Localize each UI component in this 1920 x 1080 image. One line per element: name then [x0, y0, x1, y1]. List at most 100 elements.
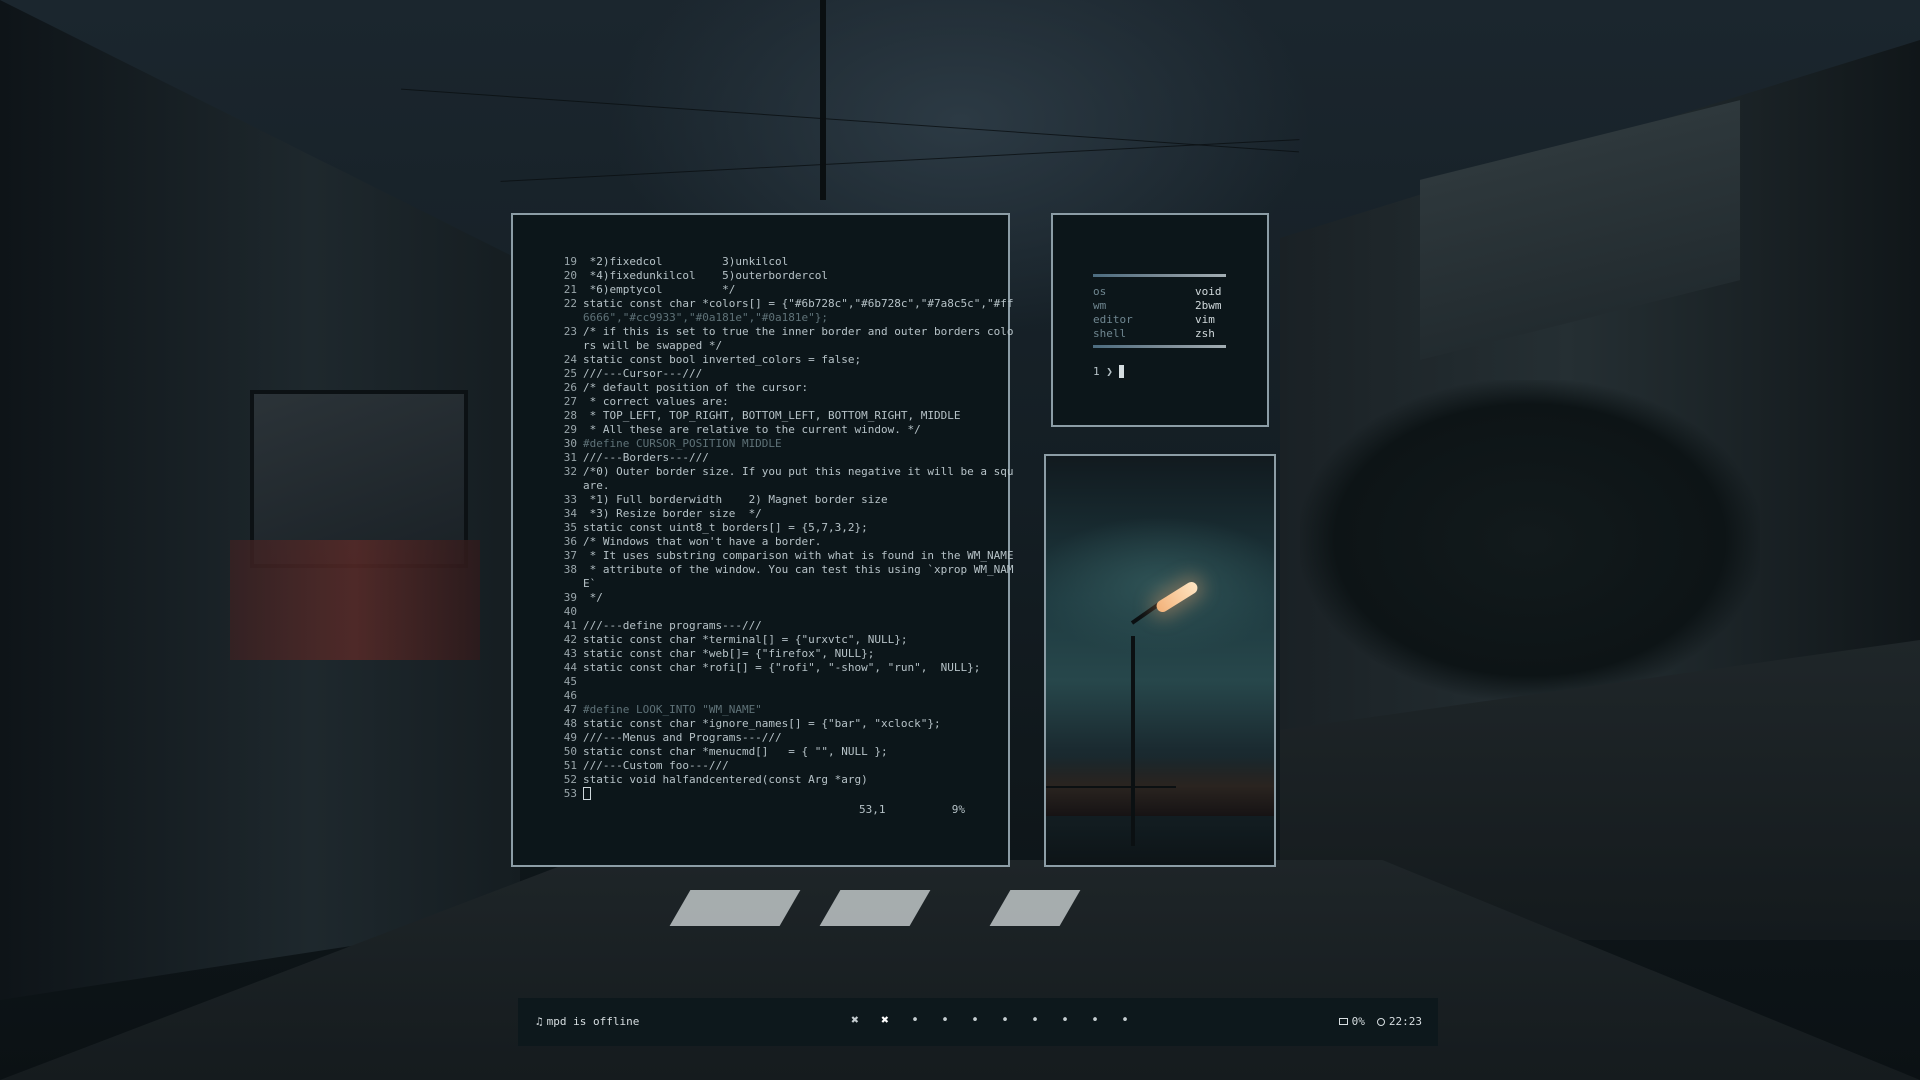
line-text: /* Windows that won't have a border.	[583, 535, 822, 548]
code-line[interactable]: 34 *3) Resize border size */	[555, 507, 965, 521]
fetch-bottom-bar	[1093, 345, 1226, 348]
code-line[interactable]: 25 ///---Cursor---///	[555, 367, 965, 381]
line-text: static const char *web[]= {"firefox", NU…	[583, 647, 875, 660]
code-line[interactable]: 46	[555, 689, 965, 703]
code-line[interactable]: rs will be swapped */	[555, 339, 965, 353]
workspace-5[interactable]: •	[960, 1010, 990, 1032]
line-text: * It uses substring comparison with what…	[583, 549, 1014, 562]
code-line[interactable]: 33 *1) Full borderwidth 2) Magnet border…	[555, 493, 965, 507]
code-line[interactable]: 51 ///---Custom foo---///	[555, 759, 965, 773]
code-line[interactable]: 42 static const char *terminal[] = {"urxv…	[555, 633, 965, 647]
code-buffer[interactable]: 19 *2)fixedcol 3)unkilcol 20 *4)fixedunki…	[555, 255, 1014, 801]
scroll-percent: 9%	[951, 803, 965, 816]
fetch-row: wm 2bwm	[1093, 299, 1233, 313]
line-number: 30	[563, 437, 577, 450]
code-line[interactable]: 50 static const char *menucmd[] = { "", N…	[555, 745, 965, 759]
line-text: *1) Full borderwidth 2) Magnet border si…	[583, 493, 888, 506]
workspace-list: ✖ ✖ • • • • • • • •	[840, 1010, 1140, 1032]
code-line[interactable]: 21 *6)emptycol */	[555, 283, 965, 297]
editor-window[interactable]: 19 *2)fixedcol 3)unkilcol 20 *4)fixedunki…	[511, 213, 1014, 867]
line-number: 27	[563, 395, 577, 408]
fetch-row: shell zsh	[1093, 327, 1233, 341]
code-line[interactable]: 35 static const uint8_t borders[] = {5,7,…	[555, 521, 965, 535]
line-number: 43	[563, 647, 577, 660]
code-line[interactable]: 23 /* if this is set to true the inner bo…	[555, 325, 1014, 339]
workspace-1[interactable]: ✖	[840, 1010, 870, 1032]
line-number	[555, 577, 577, 591]
music-status[interactable]: ♫ mpd is offline	[536, 1015, 639, 1028]
code-line[interactable]: 27 * correct values are:	[555, 395, 965, 409]
line-text: * TOP_LEFT, TOP_RIGHT, BOTTOM_LEFT, BOTT…	[583, 409, 961, 422]
line-number: 24	[563, 353, 577, 366]
code-line[interactable]: are.	[555, 479, 965, 493]
terminal-cursor	[1118, 365, 1124, 378]
line-text: static const bool inverted_colors = fals…	[583, 353, 862, 366]
code-line[interactable]: 19 *2)fixedcol 3)unkilcol	[555, 255, 965, 269]
code-line[interactable]: 22 static const char *colors[] = {"#6b728…	[555, 297, 1014, 311]
code-line[interactable]: 39 */	[555, 591, 965, 605]
code-line[interactable]: 40	[555, 605, 965, 619]
code-line[interactable]: 32 /*0) Outer border size. If you put thi…	[555, 465, 1014, 479]
code-line[interactable]: 41 ///---define programs---///	[555, 619, 965, 633]
workspace-2[interactable]: ✖	[870, 1010, 900, 1032]
line-text: * correct values are:	[583, 395, 729, 408]
line-text: ///---Menus and Programs---///	[583, 731, 782, 744]
code-line[interactable]: 31 ///---Borders---///	[555, 451, 965, 465]
code-line[interactable]: 24 static const bool inverted_colors = fa…	[555, 353, 965, 367]
code-line[interactable]: 44 static const char *rofi[] = {"rofi", "…	[555, 661, 981, 675]
line-number: 53	[563, 787, 577, 800]
image-viewer-window[interactable]	[1044, 454, 1276, 867]
workspace-3[interactable]: •	[900, 1010, 930, 1032]
line-number: 46	[563, 689, 577, 702]
workspace-4[interactable]: •	[930, 1010, 960, 1032]
line-number: 23	[563, 325, 577, 338]
line-number: 41	[563, 619, 577, 632]
code-line[interactable]: 6666","#cc9933","#0a181e","#0a181e"};	[555, 311, 965, 325]
streetlamp-photo	[1046, 456, 1274, 865]
code-line[interactable]: 20 *4)fixedunkilcol 5)outerbordercol	[555, 269, 965, 283]
line-text: ///---Cursor---///	[583, 367, 703, 380]
line-number: 32	[563, 465, 577, 478]
code-line[interactable]: E`	[555, 577, 965, 591]
line-number: 21	[563, 283, 577, 296]
code-line[interactable]: 36 /* Windows that won't have a border.	[555, 535, 965, 549]
code-line[interactable]: 43 static const char *web[]= {"firefox", …	[555, 647, 965, 661]
battery-text: 0%	[1351, 1015, 1365, 1028]
workspace-10[interactable]: •	[1110, 1010, 1140, 1032]
code-line[interactable]: 38 * attribute of the window. You can te…	[555, 563, 1014, 577]
code-line[interactable]: 52 static void halfandcentered(const Arg …	[555, 773, 965, 787]
fetch-key: shell	[1093, 327, 1127, 340]
code-line[interactable]: 30 #define CURSOR_POSITION MIDDLE	[555, 437, 965, 451]
fetch-value: 2bwm	[1195, 299, 1222, 312]
code-line[interactable]: 47 #define LOOK_INTO "WM_NAME"	[555, 703, 965, 717]
line-number: 35	[563, 521, 577, 534]
vim-ruler: 53,1 9%	[859, 803, 965, 816]
fetch-value: zsh	[1195, 327, 1215, 340]
line-text: *2)fixedcol 3)unkilcol	[583, 255, 789, 268]
code-line[interactable]: 49 ///---Menus and Programs---///	[555, 731, 965, 745]
code-line[interactable]: 48 static const char *ignore_names[] = {"…	[555, 717, 965, 731]
code-line[interactable]: 28 * TOP_LEFT, TOP_RIGHT, BOTTOM_LEFT, B…	[555, 409, 965, 423]
fetch-row: os void	[1093, 285, 1233, 299]
editor-cursor	[583, 787, 591, 800]
terminal-fetch-window[interactable]: os void wm 2bwm editor vim shell zsh 1 ❯	[1051, 213, 1269, 427]
code-line[interactable]: 29 * All these are relative to the curre…	[555, 423, 965, 437]
workspace-7[interactable]: •	[1020, 1010, 1050, 1032]
workspace-8[interactable]: •	[1050, 1010, 1080, 1032]
code-line[interactable]: 37 * It uses substring comparison with w…	[555, 549, 1014, 563]
workspace-9[interactable]: •	[1080, 1010, 1110, 1032]
line-text: */	[583, 591, 603, 604]
workspace-6[interactable]: •	[990, 1010, 1020, 1032]
shell-prompt[interactable]: 1 ❯	[1093, 365, 1124, 378]
fetch-key: os	[1093, 285, 1107, 298]
line-number: 36	[563, 535, 577, 548]
code-line[interactable]: 26 /* default position of the cursor:	[555, 381, 965, 395]
code-line[interactable]: 53	[555, 787, 965, 801]
line-text: *3) Resize border size */	[583, 507, 762, 520]
line-text: 6666","#cc9933","#0a181e","#0a181e"};	[583, 311, 829, 324]
code-line[interactable]: 45	[555, 675, 965, 689]
cursor-position: 53,1	[859, 803, 886, 816]
clock: 22:23	[1376, 1015, 1422, 1028]
wallpaper-red-shopfront	[230, 540, 480, 660]
line-number: 39	[563, 591, 577, 604]
